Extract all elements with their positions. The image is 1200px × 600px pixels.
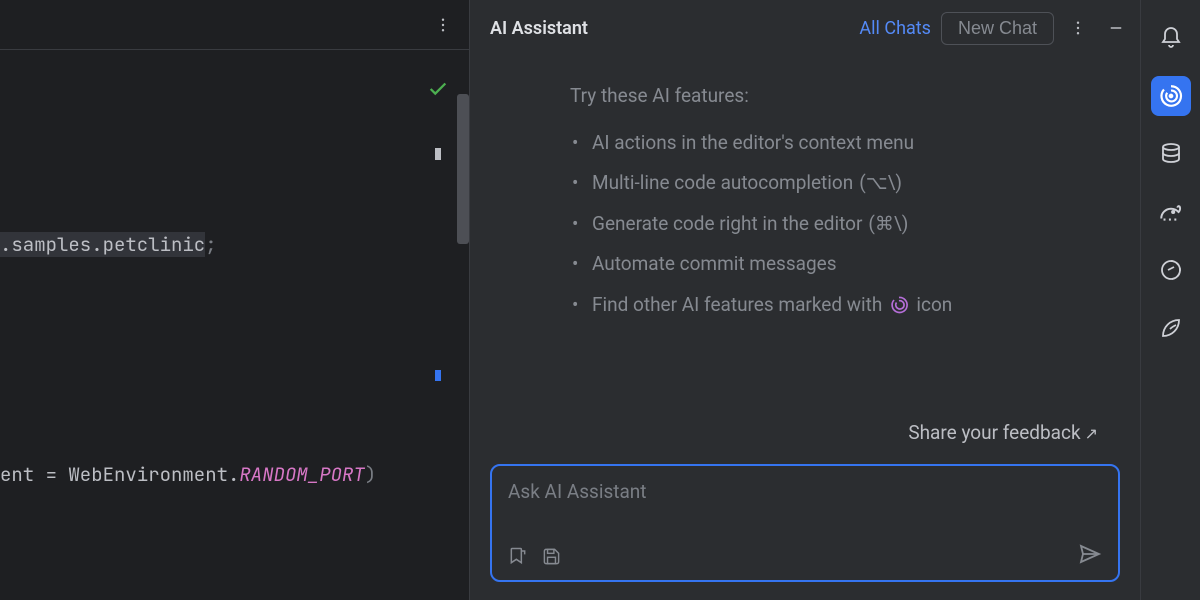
code-token: .samples.petclinic xyxy=(0,232,205,257)
assistant-more-icon[interactable] xyxy=(1064,14,1092,42)
spring-icon[interactable] xyxy=(1151,308,1191,348)
minimize-icon[interactable] xyxy=(1102,14,1130,42)
feature-text: Automate commit messages xyxy=(592,250,837,279)
code-token: ; xyxy=(205,232,216,257)
code-token: RANDOM_PORT xyxy=(239,462,364,487)
right-tool-rail xyxy=(1140,0,1200,600)
chat-input[interactable] xyxy=(508,480,1102,542)
chat-input-toolbar xyxy=(508,542,1102,570)
feature-item: Automate commit messages xyxy=(570,250,1102,279)
gradle-icon[interactable] xyxy=(1151,192,1191,232)
ai-swirl-icon xyxy=(888,294,910,316)
code-editor[interactable]: .samples.petclinic; ent = WebEnvironment… xyxy=(0,90,469,600)
feature-text: Multi-line code autocompletion xyxy=(592,169,853,198)
ai-assistant-pane: AI Assistant All Chats New Chat Try thes… xyxy=(470,0,1140,600)
feedback-link[interactable]: Share your feedback ↗ xyxy=(908,421,1098,444)
feature-text: Find other AI features marked with xyxy=(592,291,882,320)
feature-text: AI actions in the editor's context menu xyxy=(592,129,914,158)
save-icon[interactable] xyxy=(542,547,561,566)
feedback-label: Share your feedback xyxy=(908,421,1080,444)
bookmark-icon[interactable] xyxy=(508,546,528,566)
send-icon[interactable] xyxy=(1078,542,1102,570)
assistant-header: AI Assistant All Chats New Chat xyxy=(470,0,1140,56)
feedback-row: Share your feedback ↗ xyxy=(470,409,1140,444)
feature-item: Multi-line code autocompletion (⌥\) xyxy=(570,169,1102,198)
database-icon[interactable] xyxy=(1151,134,1191,174)
feature-item: Generate code right in the editor (⌘\) xyxy=(570,210,1102,239)
editor-tab-bar xyxy=(0,0,469,50)
code-token: ) xyxy=(365,462,376,487)
feature-item: Find other AI features marked with icon xyxy=(570,291,1102,320)
external-link-icon: ↗ xyxy=(1085,424,1098,443)
feature-text: icon xyxy=(916,291,952,320)
shortcut-label: (⌥\) xyxy=(859,169,902,198)
ai-assistant-icon[interactable] xyxy=(1151,76,1191,116)
chat-input-wrap xyxy=(490,464,1120,582)
code-token: ent = WebEnvironment. xyxy=(0,462,239,487)
feature-text: Generate code right in the editor xyxy=(592,210,862,239)
editor-pane: .samples.petclinic; ent = WebEnvironment… xyxy=(0,0,470,600)
assistant-title: AI Assistant xyxy=(490,18,849,39)
feature-item: AI actions in the editor's context menu xyxy=(570,129,1102,158)
assistant-body: Try these AI features: AI actions in the… xyxy=(470,56,1140,409)
chat-input-box[interactable] xyxy=(490,464,1120,582)
try-heading: Try these AI features: xyxy=(570,82,1102,111)
notifications-icon[interactable] xyxy=(1151,18,1191,58)
coverage-icon[interactable] xyxy=(1151,250,1191,290)
all-chats-link[interactable]: All Chats xyxy=(859,18,931,39)
feature-list: AI actions in the editor's context menu … xyxy=(570,129,1102,320)
shortcut-label: (⌘\) xyxy=(868,210,908,239)
new-chat-button[interactable]: New Chat xyxy=(941,12,1054,45)
editor-more-icon[interactable] xyxy=(431,13,455,37)
